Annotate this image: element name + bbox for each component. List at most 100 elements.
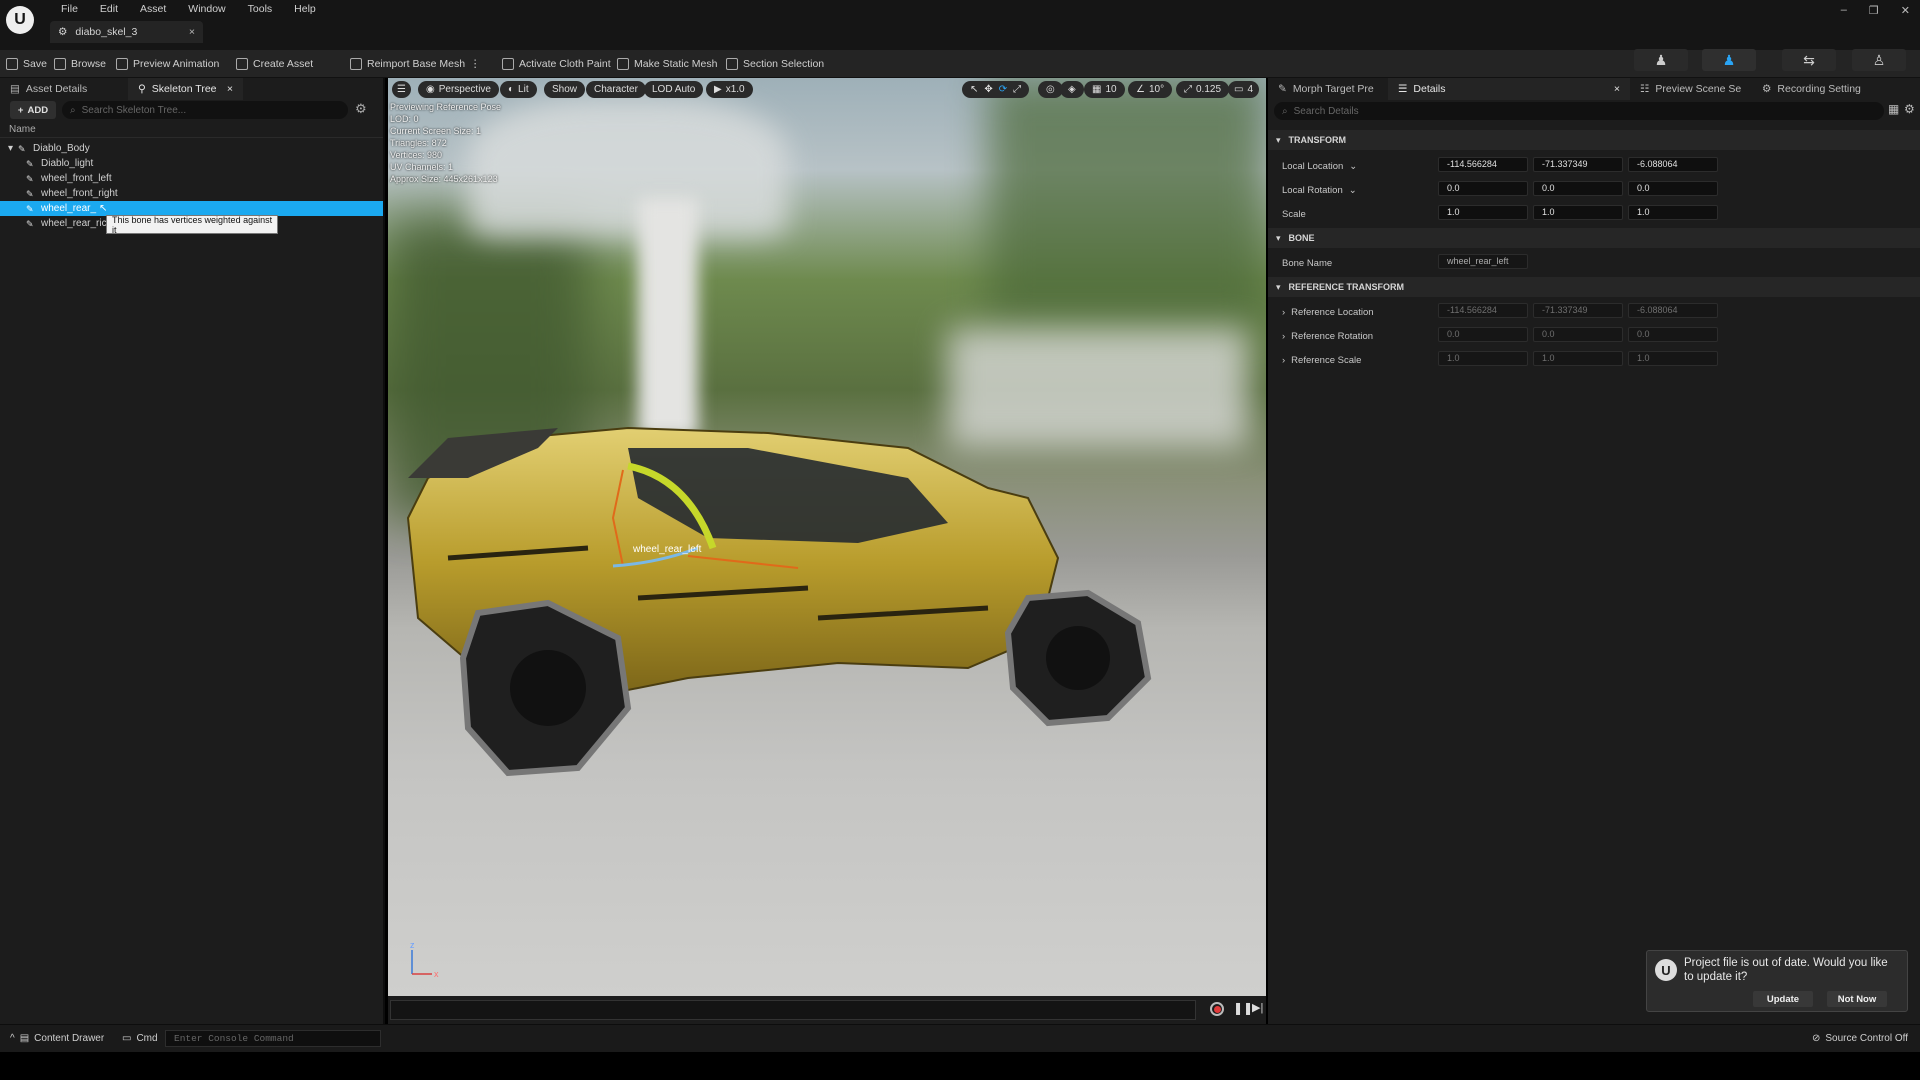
close-tab-icon[interactable]: ×: [1614, 83, 1620, 95]
tree-row-diablo-light[interactable]: ✎ Diablo_light: [0, 156, 383, 171]
menu-asset[interactable]: Asset: [129, 1, 177, 17]
update-button[interactable]: Update: [1753, 991, 1813, 1007]
local-rotation-label[interactable]: Local Rotation ⌄: [1282, 185, 1357, 196]
close-tab-icon[interactable]: ×: [189, 26, 195, 38]
save-button[interactable]: Save: [6, 55, 47, 73]
scale-x[interactable]: 1.0: [1438, 205, 1528, 220]
activate-cloth-paint-button[interactable]: Activate Cloth Paint: [502, 55, 611, 73]
select-icon[interactable]: ↖: [970, 84, 978, 95]
lod-button[interactable]: LOD Auto: [644, 81, 704, 98]
viewport[interactable]: wheel_rear_left z x ☰ ◉ Perspective ◐ Lit …: [388, 78, 1266, 996]
translate-icon[interactable]: ✥: [984, 84, 992, 95]
details-search-input[interactable]: ⌕ Search Details: [1274, 102, 1884, 120]
car-model[interactable]: wheel_rear_left z x: [388, 78, 1266, 996]
menu-help[interactable]: Help: [283, 1, 327, 17]
console-command-input[interactable]: Enter Console Command: [165, 1030, 381, 1047]
unreal-logo-icon[interactable]: U: [6, 6, 34, 34]
menu-window[interactable]: Window: [177, 1, 236, 17]
lit-button[interactable]: ◐ Lit: [500, 81, 537, 98]
tree-column-header: Name: [0, 124, 383, 138]
tab-skeleton-tree[interactable]: ⚲ Skeleton Tree ×: [128, 78, 243, 100]
mesh-mode-button[interactable]: ♟: [1702, 49, 1756, 71]
local-rotation-y[interactable]: 0.0: [1533, 181, 1623, 196]
maximize-icon[interactable]: ❐: [1869, 4, 1879, 17]
bone-icon: ✎: [26, 158, 34, 169]
tab-asset-details[interactable]: ▤ Asset Details: [0, 78, 128, 100]
character-button[interactable]: Character: [586, 81, 646, 98]
tree-row-diablo-body[interactable]: ▾ ✎ Diablo_Body: [0, 141, 383, 156]
record-button[interactable]: [1210, 1002, 1224, 1016]
browse-button[interactable]: Browse: [54, 55, 106, 73]
recording-gear-icon: ⚙: [1762, 83, 1772, 95]
local-location-z[interactable]: -6.088064: [1628, 157, 1718, 172]
physics-mode-button[interactable]: ♙: [1852, 49, 1906, 71]
local-rotation-z[interactable]: 0.0: [1628, 181, 1718, 196]
scale-snap-button[interactable]: ⤢ 0.125: [1176, 81, 1230, 98]
create-asset-button[interactable]: Create Asset: [236, 55, 313, 73]
add-button[interactable]: + ADD: [10, 101, 56, 119]
section-reference-transform[interactable]: ▾ REFERENCE TRANSFORM: [1268, 277, 1920, 297]
step-forward-button[interactable]: ▶|: [1252, 1001, 1263, 1014]
reference-rotation-label[interactable]: › Reference Rotation: [1282, 331, 1373, 342]
show-button[interactable]: Show: [544, 81, 586, 98]
animation-mode-button[interactable]: ⇆: [1782, 49, 1836, 71]
skeleton-tree-icon: ⚲: [138, 83, 146, 95]
cmd-button[interactable]: ▭ Cmd: [122, 1033, 158, 1044]
tree-row-wheel-front-right[interactable]: ✎ wheel_front_right: [0, 186, 383, 201]
reference-scale-label[interactable]: › Reference Scale: [1282, 355, 1361, 366]
not-now-button[interactable]: Not Now: [1827, 991, 1887, 1007]
surface-snap-toggle[interactable]: ◈: [1060, 81, 1084, 98]
axis-z-label: z: [410, 940, 415, 950]
close-tab-icon[interactable]: ×: [227, 83, 233, 95]
section-transform[interactable]: ▾ TRANSFORM: [1268, 130, 1920, 150]
skeleton-mode-button[interactable]: ♟: [1634, 49, 1688, 71]
reimport-base-mesh-button[interactable]: Reimport Base Mesh ⋮: [350, 55, 481, 73]
rotate-icon[interactable]: ⟳: [999, 84, 1007, 95]
minimize-icon[interactable]: –: [1841, 4, 1847, 17]
reference-location-label[interactable]: › Reference Location: [1282, 307, 1374, 318]
search-icon: ⌕: [1282, 105, 1288, 117]
settings-gear-icon[interactable]: ⚙: [355, 101, 367, 117]
browse-icon: [54, 58, 66, 70]
play-rate-button[interactable]: ▶ x1.0: [706, 81, 753, 98]
scale-z[interactable]: 1.0: [1628, 205, 1718, 220]
local-location-x[interactable]: -114.566284: [1438, 157, 1528, 172]
static-mesh-icon: [617, 58, 629, 70]
more-options-icon[interactable]: ⋮: [470, 58, 481, 70]
play-icon: ▶: [714, 84, 722, 95]
document-tab[interactable]: ⚙ diabo_skel_3 ×: [50, 21, 203, 43]
tab-preview-scene-settings[interactable]: ☷ Preview Scene Se: [1630, 78, 1752, 100]
menu-tools[interactable]: Tools: [237, 1, 284, 17]
menu-edit[interactable]: Edit: [89, 1, 129, 17]
content-drawer-button[interactable]: ^ ▤ Content Drawer: [10, 1033, 104, 1044]
tab-recording-settings[interactable]: ⚙ Recording Setting: [1752, 78, 1882, 100]
section-bone[interactable]: ▾ BONE: [1268, 228, 1920, 248]
search-icon: ⌕: [70, 104, 76, 116]
scale-icon[interactable]: ⤢: [1013, 84, 1021, 95]
stat-line: Triangles: 872: [390, 138, 447, 148]
rotation-snap-button[interactable]: ∠ 10°: [1128, 81, 1173, 98]
scale-y[interactable]: 1.0: [1533, 205, 1623, 220]
local-location-label[interactable]: Local Location ⌄: [1282, 161, 1357, 172]
tree-row-wheel-front-left[interactable]: ✎ wheel_front_left: [0, 171, 383, 186]
skeleton-search-input[interactable]: ⌕ Search Skeleton Tree...: [62, 101, 348, 119]
menu-file[interactable]: File: [50, 1, 89, 17]
timeline-scrubber[interactable]: [390, 1000, 1196, 1020]
expand-arrow-icon[interactable]: ▾: [8, 143, 13, 154]
tab-details[interactable]: ☰ Details ×: [1388, 78, 1630, 100]
preview-animation-button[interactable]: Preview Animation: [116, 55, 219, 73]
property-matrix-icon[interactable]: ▦: [1888, 102, 1899, 116]
section-selection-button[interactable]: Section Selection: [726, 55, 824, 73]
grid-snap-button[interactable]: ▦ 10: [1084, 81, 1125, 98]
local-location-y[interactable]: -71.337349: [1533, 157, 1623, 172]
source-control-button[interactable]: ⊘ Source Control Off: [1812, 1033, 1908, 1044]
local-rotation-x[interactable]: 0.0: [1438, 181, 1528, 196]
viewport-menu-button[interactable]: ☰: [392, 81, 411, 98]
camera-speed-button[interactable]: ▭ 4: [1228, 81, 1260, 98]
close-window-icon[interactable]: ✕: [1901, 4, 1910, 17]
tab-morph-target-preview[interactable]: ✎ Morph Target Pre: [1268, 78, 1388, 100]
make-static-mesh-button[interactable]: Make Static Mesh: [617, 55, 717, 73]
perspective-button[interactable]: ◉ Perspective: [418, 81, 499, 98]
pause-button[interactable]: ❚❚: [1233, 1001, 1253, 1015]
details-settings-icon[interactable]: ⚙: [1904, 102, 1915, 116]
